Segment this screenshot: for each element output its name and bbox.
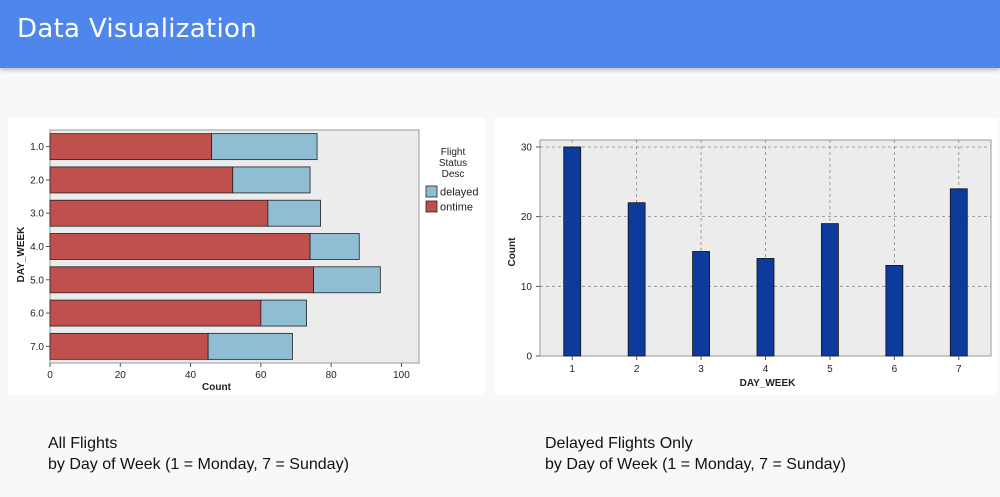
y-tick-label: 6.0 [30,309,44,320]
x-tick-label: 1 [569,364,575,375]
page-title: Data Visualization [17,14,257,44]
bar-delayed-3 [267,199,321,227]
x-tick-label: 20 [115,370,127,381]
legend-swatch-delayed [425,185,438,198]
x-tick-label: 2 [634,364,640,375]
y-tick-label: 2.0 [30,175,44,186]
y-tick-label: 0 [526,352,532,363]
bar-delayed-2 [232,166,311,194]
y-tick-label: 7.0 [30,342,44,353]
bar-ontime-2 [49,166,234,194]
y-tick-label: 1.0 [30,142,44,153]
chart-all-flights: 1.0 2.0 3.0 4.0 5.0 6.0 7.0 0 20 40 60 80 100 Count DA… [8,118,485,395]
caption-all-flights-title: All Flights [48,435,118,452]
x-tick-label: 80 [326,370,338,381]
bar-delayed-6 [260,299,307,327]
y-tick-label: 10 [521,282,533,293]
caption-delayed-flights-subtitle: by Day of Week (1 = Monday, 7 = Sunday) [545,456,846,473]
y-axis-label: DAY_WEEK [16,226,27,283]
bar-day-4 [756,258,775,357]
y-tick-label: 3.0 [30,209,44,220]
bar-delayed-4 [309,233,360,260]
legend-label-ontime: ontime [440,202,473,214]
x-tick-label: 7 [956,364,962,375]
y-tick-label: 5.0 [30,275,44,286]
bar-ontime-3 [49,199,269,227]
bar-ontime-6 [49,299,262,327]
bar-delayed-5 [313,266,381,294]
bar-delayed-7 [207,332,293,360]
y-axis-label: Count [507,237,518,267]
caption-all-flights: All Flights by Day of Week (1 = Monday, … [48,433,349,475]
bar-day-5 [821,223,839,357]
bar-day-1 [563,146,582,357]
y-tick-label: 4.0 [30,242,44,253]
legend-title: Status [439,158,467,169]
bar-ontime-5 [49,266,314,294]
x-axis-label: Count [202,382,232,393]
bar-ontime-7 [49,332,209,360]
x-tick-label: 100 [393,370,410,381]
chart-delayed-flights-svg: 0 10 20 30 1 2 3 4 5 6 7 DAY_WEEK Count [507,139,992,389]
header-bar: Data Visualization [0,0,1000,68]
caption-delayed-flights-title: Delayed Flights Only [545,435,693,452]
x-axis-label: DAY_WEEK [740,378,797,389]
bar-delayed-1 [211,133,318,161]
y-tick-label: 20 [521,212,533,223]
caption-all-flights-subtitle: by Day of Week (1 = Monday, 7 = Sunday) [48,456,349,473]
legend-title: Flight [441,147,466,158]
legend-title: Desc [442,169,465,180]
x-tick-label: 0 [47,370,53,381]
x-tick-label: 60 [255,370,267,381]
caption-delayed-flights: Delayed Flights Only by Day of Week (1 =… [545,433,846,475]
x-tick-label: 3 [698,364,704,375]
x-tick-label: 4 [763,364,769,375]
y-tick-label: 30 [521,142,533,153]
legend-label-delayed: delayed [440,187,479,199]
chart-delayed-flights: 0 10 20 30 1 2 3 4 5 6 7 DAY_WEEK Count [495,118,998,395]
bar-day-2 [627,202,646,357]
chart-all-flights-svg: 1.0 2.0 3.0 4.0 5.0 6.0 7.0 0 20 40 60 80 100 Count DA… [16,129,479,393]
x-tick-label: 6 [892,364,898,375]
x-tick-label: 5 [827,364,833,375]
legend-swatch-ontime [425,200,438,213]
bar-day-7 [949,188,968,357]
bar-ontime-1 [49,133,213,161]
bar-day-3 [692,251,710,357]
x-tick-label: 40 [185,370,197,381]
bar-ontime-4 [49,233,311,260]
bar-day-6 [885,265,904,357]
